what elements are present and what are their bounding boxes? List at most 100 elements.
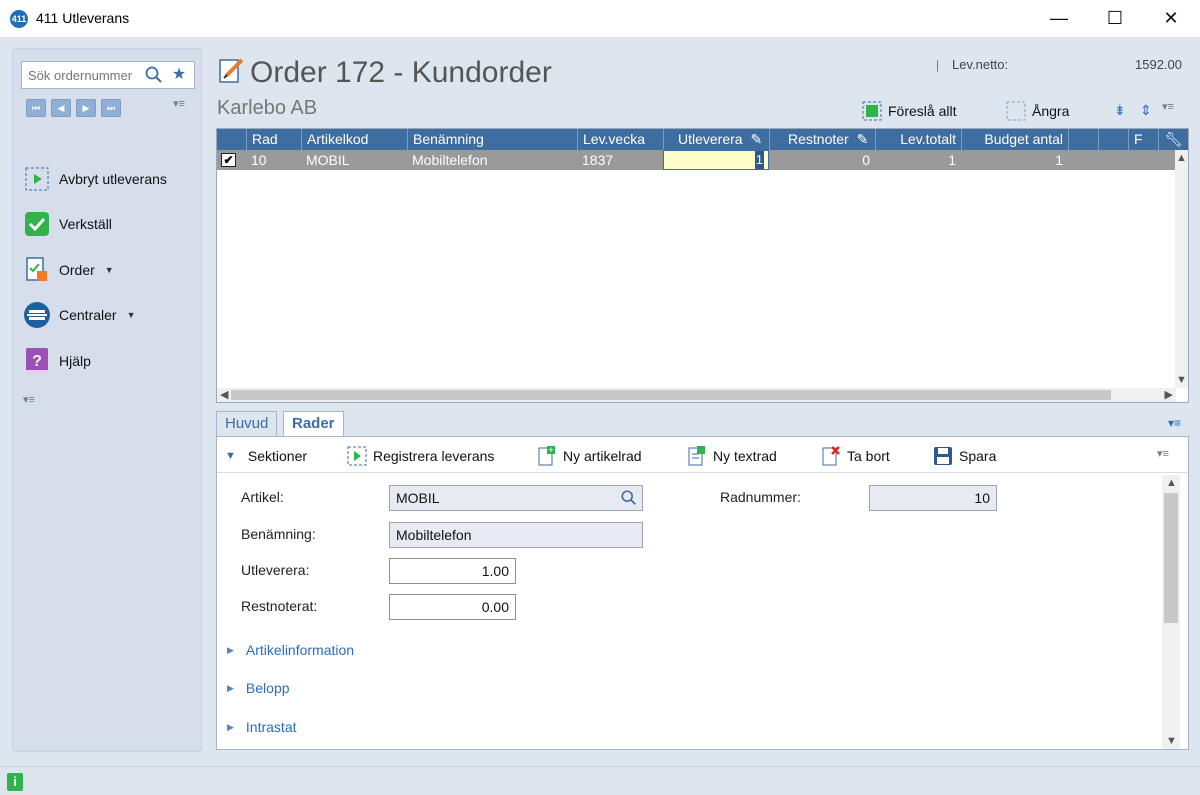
section-artikelinformation[interactable]: ▶ Artikelinformation — [227, 642, 354, 658]
minimize-button[interactable]: — — [1031, 0, 1087, 36]
check-icon — [23, 210, 51, 238]
sidebar-item-avbryt[interactable]: Avbryt utleverans — [23, 161, 193, 197]
panel-options-icon[interactable]: ▾≡ — [1157, 447, 1169, 460]
lev-netto-label: Lev.netto: — [952, 57, 1009, 72]
sidebar-item-label: Centraler — [59, 307, 117, 323]
column-header-rad[interactable]: Rad — [246, 129, 301, 150]
scroll-down-icon[interactable]: ▼ — [1176, 374, 1187, 386]
cell-utleverera-value: 1 — [754, 151, 764, 169]
search-icon[interactable] — [144, 65, 164, 85]
column-header-restnoter[interactable]: Restnoter ✎ — [769, 129, 875, 150]
utleverera-field[interactable]: 1.00 — [389, 558, 516, 584]
suggest-all-button[interactable]: Föreslå allt — [862, 100, 956, 122]
tab-rader[interactable]: Rader — [283, 411, 344, 438]
scrollbar-thumb[interactable] — [1164, 493, 1178, 623]
sections-button[interactable]: ▼ Sektioner — [225, 445, 307, 467]
utleverera-label: Utleverera: — [241, 562, 310, 578]
row-checkbox[interactable]: ✔ — [221, 153, 236, 167]
column-header-artikelkod[interactable]: Artikelkod — [301, 129, 407, 150]
cell-budget-antal: 1 — [1055, 152, 1063, 168]
section-intrastat[interactable]: ▶ Intrastat — [227, 719, 297, 735]
sidebar-item-hjalp[interactable]: ? Hjälp — [23, 343, 193, 379]
expand-arrow-icon: ▶ — [227, 682, 234, 693]
panel-vertical-scrollbar[interactable]: ▲ ▼ — [1162, 475, 1180, 749]
order-search-box: ★ — [21, 61, 195, 89]
favorite-star-icon[interactable]: ★ — [170, 65, 188, 85]
new-text-row-button[interactable]: Ny textrad — [687, 445, 777, 467]
column-header-levvecka[interactable]: Lev.vecka — [577, 129, 663, 150]
sidebar-item-label: Verkställ — [59, 216, 112, 232]
scroll-right-icon[interactable]: ▶ — [1165, 388, 1173, 401]
column-header-label: Restnoter — [788, 131, 849, 147]
column-header-utleverera[interactable]: Utleverera ✎ — [663, 129, 769, 150]
new-text-icon — [688, 446, 705, 466]
benamning-field[interactable]: Mobiltelefon — [389, 522, 643, 548]
sidebar-item-centraler[interactable]: Centraler ▼ — [23, 297, 193, 333]
sidebar-options-icon[interactable]: ▾≡ — [173, 97, 185, 110]
section-belopp[interactable]: ▶ Belopp — [227, 680, 290, 696]
close-button[interactable]: ✕ — [1143, 0, 1199, 36]
sidebar-menu-options-icon[interactable]: ▾≡ — [23, 393, 35, 406]
play-icon — [23, 165, 51, 193]
column-header-label: Utleverera — [678, 131, 743, 147]
scroll-down-icon[interactable]: ▼ — [1166, 735, 1177, 747]
info-icon[interactable]: i — [7, 773, 23, 791]
column-header-budget-antal[interactable]: Budget antal — [961, 129, 1068, 150]
last-record-button[interactable]: ⏭ — [101, 99, 121, 117]
expand-rows-icon[interactable]: ⇕ — [1140, 102, 1152, 119]
delete-button[interactable]: Ta bort — [821, 445, 890, 467]
column-header-f[interactable]: F — [1128, 129, 1158, 150]
new-article-row-label: Ny artikelrad — [563, 448, 642, 464]
register-delivery-button[interactable]: Registrera leverans — [347, 445, 494, 467]
scroll-left-icon[interactable]: ◀ — [220, 388, 228, 401]
radnummer-field[interactable]: 10 — [869, 485, 997, 511]
next-record-button[interactable]: ▶ — [76, 99, 96, 117]
save-icon — [934, 447, 952, 465]
grid-horizontal-scrollbar[interactable]: ◀ ▶ — [217, 388, 1176, 402]
sidebar-item-label: Hjälp — [59, 353, 91, 369]
scrollbar-thumb[interactable] — [231, 390, 1111, 400]
new-article-row-button[interactable]: + Ny artikelrad — [537, 445, 642, 467]
column-header-benamning[interactable]: Benämning — [407, 129, 577, 150]
cell-levtotalt: 1 — [948, 152, 956, 168]
section-label: Intrastat — [245, 719, 297, 735]
sidebar-item-order[interactable]: Order ▼ — [23, 252, 193, 288]
cell-utleverera-editor[interactable]: 1 — [663, 150, 769, 170]
status-bar: i — [0, 766, 1200, 795]
sections-label: Sektioner — [247, 448, 308, 464]
column-header-levtotalt[interactable]: Lev.totalt — [875, 129, 961, 150]
save-button[interactable]: Spara — [933, 445, 996, 467]
svg-text:+: + — [548, 445, 553, 455]
play-icon — [347, 446, 367, 466]
previous-record-button[interactable]: ◀ — [51, 99, 71, 117]
delete-label: Ta bort — [847, 448, 890, 464]
delete-icon — [822, 446, 840, 466]
artikel-value: MOBIL — [396, 490, 440, 506]
scroll-up-icon[interactable]: ▲ — [1176, 152, 1187, 164]
search-icon[interactable] — [620, 489, 638, 507]
tabs-options-icon[interactable]: ▾≡ — [1168, 416, 1181, 430]
table-row[interactable]: ✔ 10 MOBIL Mobiltelefon 1837 1 0 1 1 — [217, 150, 1176, 170]
order-search-input[interactable] — [22, 62, 140, 88]
collapse-rows-icon[interactable]: ⇟ — [1114, 102, 1126, 119]
chevron-down-icon: ▼ — [126, 310, 136, 320]
sidebar-item-verkstall[interactable]: Verkställ — [23, 206, 193, 242]
header-options-icon[interactable]: ▾≡ — [1162, 100, 1174, 113]
undo-button[interactable]: Ångra — [1006, 100, 1069, 122]
scroll-up-icon[interactable]: ▲ — [1166, 477, 1177, 489]
app-logo-icon: 411 — [10, 10, 28, 28]
sections-toggle-icon: ▼ — [225, 450, 236, 462]
grid-vertical-scrollbar[interactable]: ▲ ▼ — [1175, 150, 1188, 388]
tab-huvud[interactable]: Huvud — [216, 411, 278, 437]
artikel-label: Artikel: — [241, 489, 284, 505]
artikel-field[interactable]: MOBIL — [389, 485, 643, 511]
first-record-button[interactable]: ⏮ — [26, 99, 46, 117]
rader-panel: ▼ Sektioner Registrera leverans + Ny art… — [216, 436, 1189, 750]
maximize-button[interactable]: ☐ — [1087, 0, 1143, 36]
section-label: Artikelinformation — [245, 642, 355, 658]
restnoterat-field[interactable]: 0.00 — [389, 594, 516, 620]
order-edit-icon — [219, 58, 244, 83]
wrench-icon[interactable]: 🔧︎ — [1158, 129, 1188, 150]
undo-icon — [1006, 101, 1026, 121]
suggest-all-label: Föreslå allt — [888, 103, 957, 119]
